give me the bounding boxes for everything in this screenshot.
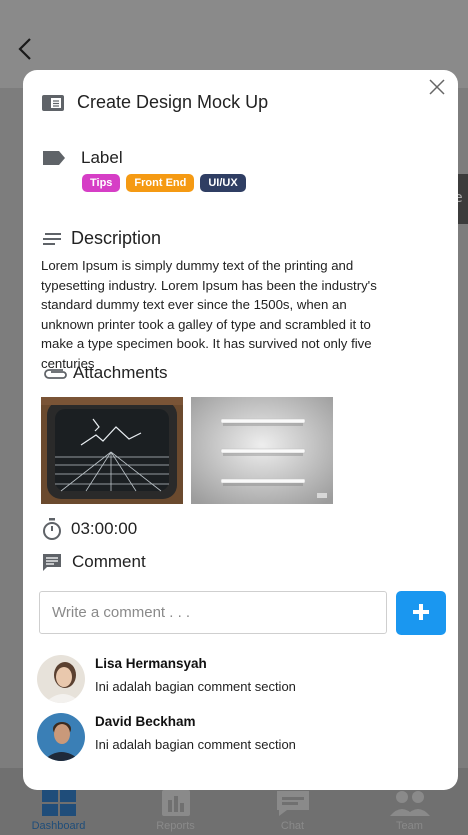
timer-row: 03:00:00 (41, 517, 137, 541)
comment-icon (43, 554, 61, 571)
label-chip-tips[interactable]: Tips (82, 174, 121, 192)
timer-value: 03:00:00 (71, 519, 138, 538)
label-chip-front-end[interactable]: Front End (126, 174, 195, 192)
dashboard-grid-icon (41, 790, 76, 816)
attachments-row: Attachments (41, 363, 168, 383)
close-icon[interactable] (428, 78, 446, 96)
title-row: Create Design Mock Up (41, 92, 268, 113)
label-row: Label (41, 148, 123, 168)
task-detail-modal: Create Design Mock Up Label Tips Front E… (23, 70, 458, 790)
avatar-woman-image (37, 655, 85, 703)
comment-input[interactable] (39, 591, 387, 634)
label-chips: Tips Front End UI/UX (82, 174, 246, 192)
comment-row: Comment (41, 552, 146, 572)
plus-icon (413, 603, 429, 620)
avatar (37, 713, 85, 761)
text-lines-icon (43, 232, 61, 245)
back-arrow-icon[interactable] (14, 34, 40, 64)
description-text: Lorem Ipsum is simply dummy text of the … (41, 258, 377, 371)
card-icon (42, 94, 64, 111)
crt-monitor-image (41, 397, 183, 504)
comment-heading: Comment (72, 552, 146, 571)
add-comment-button[interactable] (396, 591, 446, 635)
comment-item: Lisa Hermansyah Ini adalah bagian commen… (37, 655, 296, 703)
comment-author: Lisa Hermansyah (95, 656, 207, 671)
label-chip-ui-ux[interactable]: UI/UX (200, 174, 246, 192)
comment-message: Ini adalah bagian comment section (95, 679, 296, 694)
label-heading: Label (81, 148, 123, 167)
attachment-image-crt[interactable] (41, 397, 183, 504)
description-row: Description (41, 228, 161, 249)
attachment-image-shelves[interactable] (191, 397, 333, 504)
comment-author: David Beckham (95, 714, 196, 729)
reports-chart-icon (161, 790, 190, 816)
nav-label-reports: Reports (156, 820, 195, 832)
nav-label-team: Team (396, 820, 423, 832)
team-people-icon (389, 791, 430, 816)
chat-bubble-icon (276, 791, 309, 816)
attachments-heading: Attachments (73, 363, 168, 382)
modal-title: Create Design Mock Up (77, 92, 269, 112)
avatar-man-image (37, 713, 85, 761)
wall-shelves-image (191, 397, 333, 504)
paperclip-icon (44, 369, 67, 379)
stopwatch-icon (43, 518, 61, 540)
description-heading: Description (71, 228, 162, 248)
comment-item: David Beckham Ini adalah bagian comment … (37, 713, 296, 761)
comment-message: Ini adalah bagian comment section (95, 737, 296, 752)
nav-label-dashboard: Dashboard (31, 820, 86, 832)
avatar (37, 655, 85, 703)
label-tag-icon (43, 151, 65, 165)
nav-label-chat: Chat (280, 820, 305, 832)
